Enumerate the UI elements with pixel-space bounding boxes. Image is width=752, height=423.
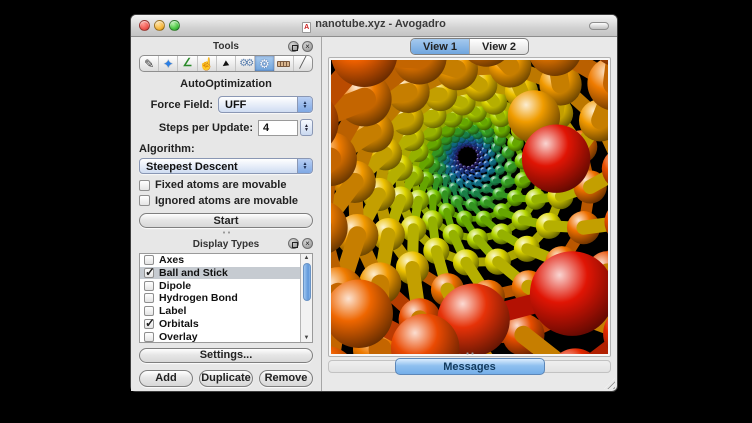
tools-panel-title: Tools: [139, 41, 313, 52]
tools-float-button[interactable]: [288, 41, 299, 52]
autorotate-tool-button[interactable]: ⚙⚙: [236, 56, 255, 71]
list-item-label[interactable]: Label: [140, 305, 300, 318]
measure-tool-button[interactable]: [275, 56, 294, 71]
hydrogen-bond-checkbox[interactable]: [144, 293, 154, 303]
list-scrollbar[interactable]: ▲ ▼: [300, 254, 312, 342]
display-types-close-button[interactable]: ×: [302, 238, 313, 249]
tools-close-button[interactable]: ×: [302, 41, 313, 52]
tool-settings-title: AutoOptimization: [139, 78, 313, 90]
navigate-tool-button[interactable]: ✦: [159, 56, 178, 71]
window-title: nanotube.xyz - Avogadro: [315, 18, 446, 30]
list-item-hydrogen-bond[interactable]: Hydrogen Bond: [140, 292, 300, 305]
list-item-dipole[interactable]: Dipole: [140, 279, 300, 292]
cursor-arrow-icon: ▲: [219, 57, 233, 71]
ball-and-stick-checkbox[interactable]: ✓: [144, 268, 154, 278]
view-tab-bar: View 1 View 2: [328, 37, 611, 55]
close-window-button[interactable]: [139, 20, 150, 31]
selection-tool-button[interactable]: ▲: [217, 56, 236, 71]
pencil-icon: ✎: [144, 58, 154, 70]
orbitals-checkbox[interactable]: ✓: [144, 319, 154, 329]
list-item-ball-and-stick[interactable]: ✓ Ball and Stick: [140, 267, 300, 280]
window-title-area: Ananotube.xyz - Avogadro: [131, 18, 617, 33]
minimize-window-button[interactable]: [154, 20, 165, 31]
algorithm-value: Steepest Descent: [140, 159, 297, 172]
dock-splitter[interactable]: [139, 228, 313, 236]
bond-angle-icon: ∠: [183, 58, 193, 69]
manipulate-tool-button[interactable]: ☝: [198, 56, 217, 71]
gears-icon: ⚙⚙: [239, 59, 251, 69]
splitter-grip-icon: [222, 231, 231, 234]
align-line-icon: ╱: [300, 58, 307, 69]
algorithm-label: Algorithm:: [139, 143, 313, 155]
ignored-atoms-label: Ignored atoms are movable: [155, 195, 298, 207]
dipole-checkbox[interactable]: [144, 281, 154, 291]
tab-view-1[interactable]: View 1: [411, 39, 469, 54]
avogadro-window: Ananotube.xyz - Avogadro Tools × ✎ ✦ ∠: [130, 14, 618, 392]
ruler-icon: [277, 61, 290, 67]
gl-viewport-frame: [328, 57, 611, 357]
navigate-star-icon: ✦: [163, 58, 173, 70]
traffic-lights: [131, 20, 180, 31]
left-dock: Tools × ✎ ✦ ∠ ☝ ▲ ⚙⚙ ⚙ ╱: [131, 37, 322, 391]
add-button[interactable]: Add: [139, 370, 193, 387]
tab-view-2[interactable]: View 2: [469, 39, 528, 54]
window-titlebar[interactable]: Ananotube.xyz - Avogadro: [131, 15, 617, 37]
scroll-up-icon[interactable]: ▲: [304, 254, 310, 262]
ignored-atoms-checkbox[interactable]: [139, 195, 150, 206]
desktop: Ananotube.xyz - Avogadro Tools × ✎ ✦ ∠: [0, 0, 752, 423]
algorithm-dropdown[interactable]: Steepest Descent ▲▼: [139, 158, 313, 173]
molecule-viewport[interactable]: [331, 60, 608, 354]
view-pane: View 1 View 2 Messages: [322, 37, 617, 391]
force-field-value: UFF: [219, 97, 297, 112]
steps-per-update-input[interactable]: [258, 120, 298, 136]
display-types-list: Axes ✓ Ball and Stick Dipole Hydroge: [139, 253, 313, 343]
dropdown-arrows-icon: ▲▼: [297, 97, 312, 112]
list-item-axes[interactable]: Axes: [140, 254, 300, 267]
display-types-panel-title: Display Types: [139, 239, 313, 250]
axes-checkbox[interactable]: [144, 255, 154, 265]
tools-panel-header: Tools ×: [139, 40, 313, 53]
remove-button[interactable]: Remove: [259, 370, 313, 387]
display-types-panel-header: Display Types ×: [139, 237, 313, 250]
toolbar-pill-button[interactable]: [589, 22, 609, 30]
label-checkbox[interactable]: [144, 306, 154, 316]
messages-dock: Messages: [328, 357, 611, 377]
document-proxy-icon: A: [302, 22, 311, 33]
start-button[interactable]: Start: [139, 213, 313, 228]
zoom-window-button[interactable]: [169, 20, 180, 31]
steps-stepper[interactable]: ▲▼: [300, 119, 313, 136]
nanotube-render: [331, 60, 608, 354]
draw-tool-button[interactable]: ✎: [140, 56, 159, 71]
settings-button[interactable]: Settings...: [139, 348, 313, 363]
hand-icon: ☝: [199, 58, 214, 70]
fixed-atoms-label: Fixed atoms are movable: [155, 179, 286, 191]
scroll-down-icon[interactable]: ▼: [304, 334, 310, 342]
duplicate-button[interactable]: Duplicate: [199, 370, 253, 387]
bond-centric-tool-button[interactable]: ∠: [178, 56, 197, 71]
fixed-atoms-checkbox[interactable]: [139, 180, 150, 191]
messages-button[interactable]: Messages: [395, 358, 545, 375]
force-field-label: Force Field:: [151, 99, 213, 111]
autooptimize-tool-button[interactable]: ⚙: [255, 56, 274, 71]
list-item-overlay[interactable]: Overlay: [140, 330, 300, 341]
align-tool-button[interactable]: ╱: [294, 56, 312, 71]
overlay-checkbox[interactable]: [144, 332, 154, 342]
steps-per-update-label: Steps per Update:: [159, 122, 253, 134]
scrollbar-thumb[interactable]: [303, 263, 311, 301]
display-types-float-button[interactable]: [288, 238, 299, 249]
force-field-dropdown[interactable]: UFF ▲▼: [218, 96, 313, 113]
window-content: Tools × ✎ ✦ ∠ ☝ ▲ ⚙⚙ ⚙ ╱: [131, 37, 617, 391]
dropdown-arrows-icon: ▲▼: [297, 159, 312, 172]
gear-icon: ⚙: [259, 58, 270, 70]
tools-toolbar: ✎ ✦ ∠ ☝ ▲ ⚙⚙ ⚙ ╱: [139, 55, 313, 72]
list-item-orbitals[interactable]: ✓ Orbitals: [140, 318, 300, 331]
splitter-grip-icon: [465, 352, 474, 355]
